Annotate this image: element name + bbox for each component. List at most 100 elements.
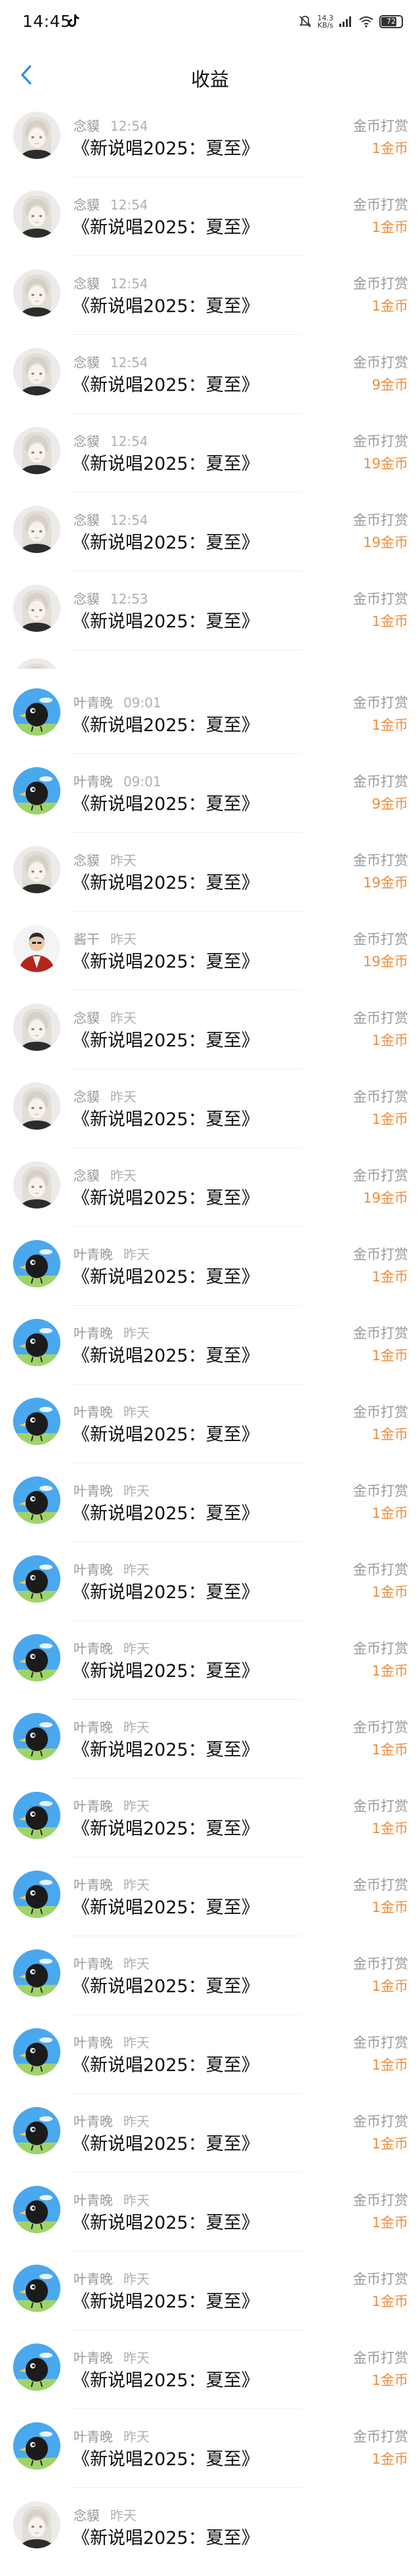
reward-type: 金币打赏 (353, 276, 408, 292)
work-title: 《新说唱2025：夏至》 (72, 1819, 259, 1839)
sender-line: 叶青晚 昨天 (74, 1953, 150, 1972)
list-item[interactable]: 念貘 昨天 《新说唱2025：夏至》 金币打赏 19金币 (0, 833, 420, 912)
sender-line: 叶青晚 昨天 (74, 2032, 150, 2051)
list-item[interactable]: 叶青晚 昨天 《新说唱2025：夏至》 金币打赏 1金币 (0, 1542, 420, 1621)
reward-type: 金币打赏 (353, 2192, 408, 2208)
avatar[interactable] (13, 1713, 60, 1760)
list-item[interactable]: 念貘 12:54 《新说唱2025：夏至》 金币打赏 1金币 (0, 177, 420, 256)
work-title: 《新说唱2025：夏至》 (72, 139, 259, 159)
list-item[interactable]: 叶青晚 昨天 《新说唱2025：夏至》 金币打赏 1金币 (0, 1700, 420, 1779)
reward-type: 金币打赏 (353, 2035, 408, 2051)
list-item[interactable]: 叶青晚 昨天 《新说唱2025：夏至》 金币打赏 1金币 (0, 2015, 420, 2094)
list-item[interactable]: 叶青晚 昨天 《新说唱2025：夏至》 金币打赏 1金币 (0, 2094, 420, 2173)
sender-line: 念貘 12:54 (74, 431, 148, 450)
avatar[interactable] (13, 2265, 60, 2312)
work-title: 《新说唱2025：夏至》 (72, 1188, 259, 1209)
work-title: 《新说唱2025：夏至》 (72, 1976, 259, 1997)
avatar[interactable] (13, 1477, 60, 1524)
avatar[interactable] (13, 2422, 60, 2470)
avatar[interactable] (13, 1161, 60, 1209)
avatar[interactable] (13, 1949, 60, 1997)
avatar[interactable] (13, 2107, 60, 2154)
avatar[interactable] (13, 688, 60, 736)
avatar[interactable] (13, 506, 60, 553)
avatar[interactable] (13, 348, 60, 395)
list-item[interactable]: 叶青晚 09:01 《新说唱2025：夏至》 金币打赏 9金币 (0, 754, 420, 833)
avatar[interactable] (13, 1082, 60, 1130)
reward-amount: 1金币 (371, 613, 408, 629)
tiktok-icon (68, 14, 79, 27)
avatar[interactable] (13, 585, 60, 632)
avatar[interactable] (13, 1004, 60, 1051)
work-title: 《新说唱2025：夏至》 (72, 952, 259, 972)
work-title: 《新说唱2025：夏至》 (72, 2055, 259, 2076)
avatar[interactable] (13, 2343, 60, 2391)
sender-name: 酱干 (74, 931, 100, 947)
sender-name: 念貘 (74, 1089, 100, 1105)
avatar[interactable] (13, 1634, 60, 1681)
reward-type: 金币打赏 (353, 2350, 408, 2366)
sender-line: 叶青晚 昨天 (74, 1323, 150, 1342)
sender-name: 叶青晚 (74, 774, 113, 789)
list-item[interactable]: 叶青晚 昨天 《新说唱2025：夏至》 金币打赏 1金币 (0, 1463, 420, 1542)
reward-type: 金币打赏 (353, 2271, 408, 2287)
list-item[interactable]: 叶青晚 昨天 《新说唱2025：夏至》 金币打赏 1金币 (0, 2330, 420, 2409)
list-item[interactable]: 念貘 12:54 《新说唱2025：夏至》 金币打赏 1金币 (0, 256, 420, 335)
avatar[interactable] (13, 1319, 60, 1366)
reward-amount: 9金币 (371, 377, 408, 393)
list-item[interactable]: 叶青晚 昨天 《新说唱2025：夏至》 金币打赏 1金币 (0, 1779, 420, 1857)
avatar[interactable] (13, 1240, 60, 1287)
avatar[interactable] (13, 767, 60, 814)
list-item[interactable]: 念貘 昨天 《新说唱2025：夏至》 金币打赏 1金币 (0, 990, 420, 1069)
avatar[interactable] (13, 112, 60, 159)
reward-type: 金币打赏 (353, 1483, 408, 1499)
avatar[interactable] (13, 925, 60, 972)
sender-name: 叶青晚 (74, 1798, 113, 1814)
list-item[interactable]: 念貘 12:54 《新说唱2025：夏至》 金币打赏 1金币 (0, 99, 420, 177)
avatar[interactable] (13, 1398, 60, 1445)
list-item[interactable]: 念貘 昨天 《新说唱2025：夏至》 金币打赏 19金币 (0, 1148, 420, 1227)
avatar[interactable] (13, 190, 60, 238)
list-item[interactable]: 叶青晚 昨天 《新说唱2025：夏至》 金币打赏 1金币 (0, 1227, 420, 1306)
avatar[interactable] (13, 1792, 60, 1839)
list-item[interactable]: 叶青晚 昨天 《新说唱2025：夏至》 金币打赏 1金币 (0, 1936, 420, 2015)
list-item[interactable]: 念貘 12:54 《新说唱2025：夏至》 金币打赏 19金币 (0, 493, 420, 571)
list-item[interactable]: 酱干 昨天 《新说唱2025：夏至》 金币打赏 19金币 (0, 912, 420, 990)
sender-name: 叶青晚 (74, 2429, 113, 2445)
list-item[interactable]: 念貘 昨天 《新说唱2025：夏至》 (0, 2488, 420, 2567)
list-item[interactable]: 叶青晚 昨天 《新说唱2025：夏至》 金币打赏 1金币 (0, 1306, 420, 1385)
list-item[interactable]: 念貘 12:53 《新说唱2025：夏至》 金币打赏 1金币 (0, 571, 420, 650)
list-item[interactable]: 叶青晚 昨天 《新说唱2025：夏至》 金币打赏 1金币 (0, 1857, 420, 1936)
list-item[interactable]: 念貘 昨天 《新说唱2025：夏至》 金币打赏 1金币 (0, 1069, 420, 1148)
list-item[interactable]: 叶青晚 昨天 《新说唱2025：夏至》 金币打赏 1金币 (0, 2252, 420, 2330)
list-item[interactable]: 叶青晚 昨天 《新说唱2025：夏至》 金币打赏 1金币 (0, 1385, 420, 1463)
sender-name: 叶青晚 (74, 1720, 113, 1735)
avatar[interactable] (13, 2028, 60, 2076)
reward-amount: 19金币 (363, 875, 408, 891)
work-title: 《新说唱2025：夏至》 (72, 1031, 259, 1051)
sender-name: 叶青晚 (74, 2035, 113, 2051)
list-item[interactable]: 叶青晚 昨天 《新说唱2025：夏至》 金币打赏 1金币 (0, 2173, 420, 2252)
sender-line: 叶青晚 昨天 (74, 1402, 150, 1421)
sender-line: 叶青晚 昨天 (74, 1244, 150, 1263)
reward-type: 金币打赏 (353, 1956, 408, 1972)
reward-amount: 1金币 (371, 1348, 408, 1364)
work-title: 《新说唱2025：夏至》 (72, 2292, 259, 2312)
sender-name: 叶青晚 (74, 2114, 113, 2129)
list-item[interactable]: 念貘 12:54 《新说唱2025：夏至》 金币打赏 9金币 (0, 335, 420, 414)
avatar[interactable] (13, 1555, 60, 1603)
work-title: 《新说唱2025：夏至》 (72, 375, 259, 395)
list-item[interactable]: 叶青晚 09:01 《新说唱2025：夏至》 金币打赏 1金币 (0, 675, 420, 754)
sender-name: 念貘 (74, 197, 100, 213)
reward-type: 金币打赏 (353, 1168, 408, 1184)
list-item[interactable]: 叶青晚 昨天 《新说唱2025：夏至》 金币打赏 1金币 (0, 2409, 420, 2488)
list-item[interactable]: 念貘 12:54 《新说唱2025：夏至》 金币打赏 19金币 (0, 414, 420, 493)
reward-amount: 1金币 (371, 1742, 408, 1758)
list-item[interactable]: 叶青晚 昨天 《新说唱2025：夏至》 金币打赏 1金币 (0, 1621, 420, 1700)
avatar[interactable] (13, 269, 60, 317)
avatar[interactable] (13, 2186, 60, 2233)
avatar[interactable] (13, 846, 60, 893)
avatar[interactable] (13, 2501, 60, 2548)
avatar[interactable] (13, 1871, 60, 1918)
avatar[interactable] (13, 427, 60, 474)
